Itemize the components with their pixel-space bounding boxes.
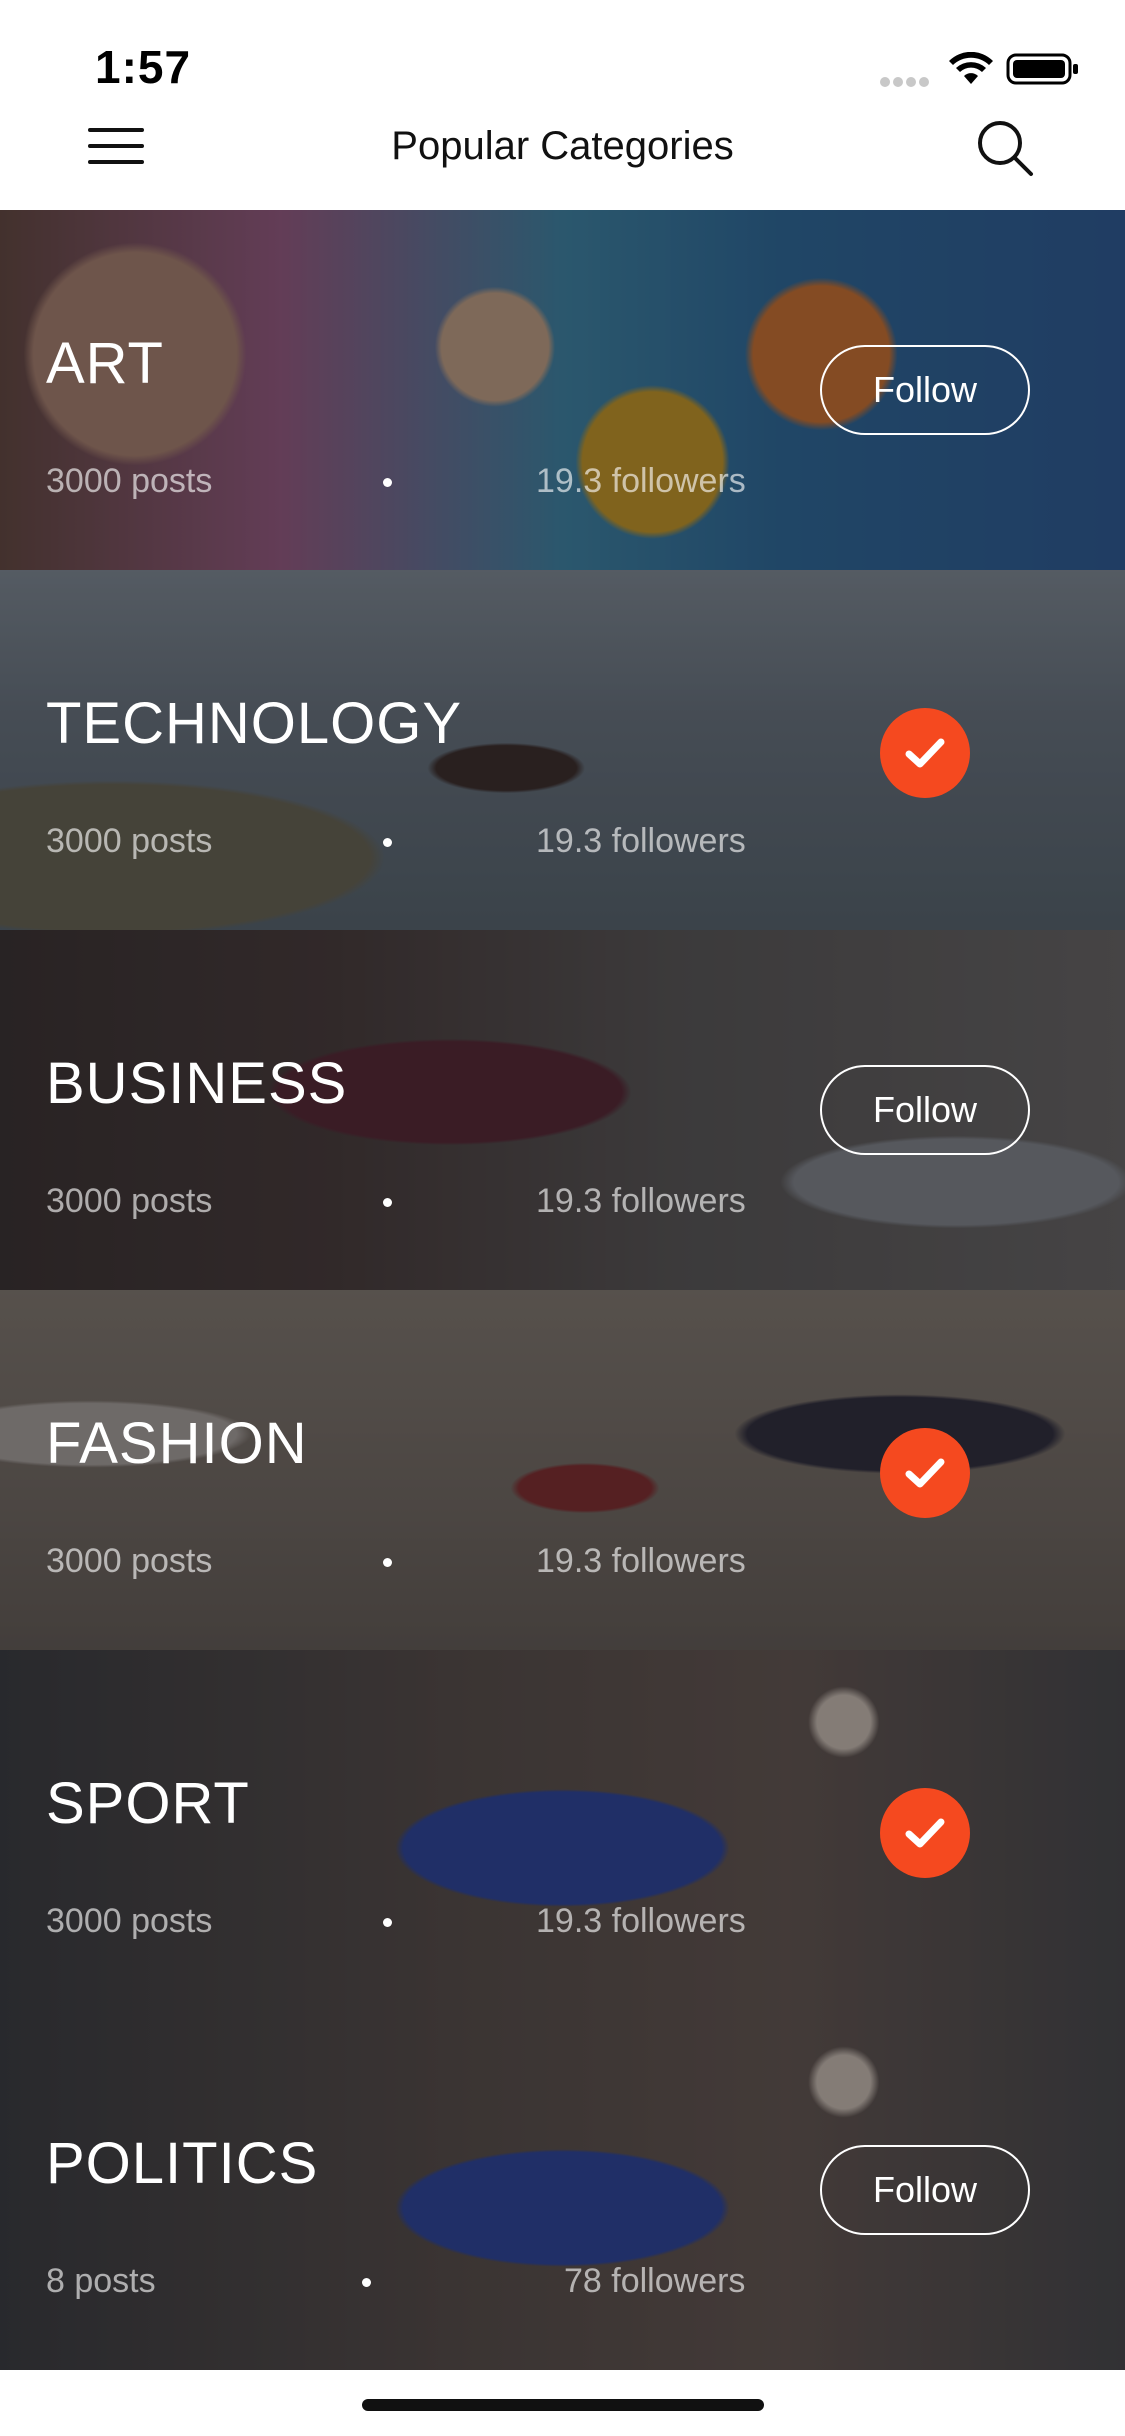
category-title: BUSINESS bbox=[46, 1051, 348, 1116]
category-list: ART 3000 posts 19.3 followers Follow TEC… bbox=[0, 210, 1125, 2370]
follower-count: 78 followers bbox=[564, 2262, 746, 2300]
separator-dot bbox=[383, 838, 392, 847]
separator-dot bbox=[383, 1918, 392, 1927]
following-check-button[interactable] bbox=[880, 708, 970, 798]
category-row-politics[interactable]: POLITICS 8 posts 78 followers Follow bbox=[0, 2010, 1125, 2370]
follower-count: 19.3 followers bbox=[536, 1542, 746, 1580]
checkmark-icon bbox=[905, 1458, 945, 1488]
separator-dot bbox=[383, 478, 392, 487]
separator-dot bbox=[383, 1558, 392, 1567]
wifi-icon bbox=[949, 52, 993, 84]
follow-button[interactable]: Follow bbox=[820, 345, 1030, 435]
post-count: 3000 posts bbox=[46, 1542, 213, 1580]
follower-count: 19.3 followers bbox=[536, 822, 746, 860]
cellular-signal-icon bbox=[880, 74, 935, 87]
category-title: POLITICS bbox=[46, 2131, 319, 2196]
category-row-business[interactable]: BUSINESS 3000 posts 19.3 followers Follo… bbox=[0, 930, 1125, 1290]
search-icon[interactable] bbox=[975, 118, 1037, 180]
status-time: 1:57 bbox=[95, 41, 192, 93]
post-count: 3000 posts bbox=[46, 1902, 213, 1940]
follow-button[interactable]: Follow bbox=[820, 1065, 1030, 1155]
category-row-art[interactable]: ART 3000 posts 19.3 followers Follow bbox=[0, 210, 1125, 570]
navigation-bar: Popular Categories bbox=[0, 100, 1125, 210]
battery-icon bbox=[1006, 53, 1078, 85]
follower-count: 19.3 followers bbox=[536, 1182, 746, 1220]
following-check-button[interactable] bbox=[880, 1788, 970, 1878]
separator-dot bbox=[383, 1198, 392, 1207]
post-count: 3000 posts bbox=[46, 822, 213, 860]
checkmark-icon bbox=[905, 738, 945, 768]
follow-button[interactable]: Follow bbox=[820, 2145, 1030, 2235]
category-title: ART bbox=[46, 331, 164, 396]
follower-count: 19.3 followers bbox=[536, 1902, 746, 1940]
category-row-fashion[interactable]: FASHION 3000 posts 19.3 followers bbox=[0, 1290, 1125, 1650]
follower-count: 19.3 followers bbox=[536, 462, 746, 500]
post-count: 3000 posts bbox=[46, 462, 213, 500]
home-indicator[interactable] bbox=[362, 2399, 764, 2411]
category-title: TECHNOLOGY bbox=[46, 691, 463, 756]
checkmark-icon bbox=[905, 1818, 945, 1848]
separator-dot bbox=[362, 2278, 371, 2287]
category-row-technology[interactable]: TECHNOLOGY 3000 posts 19.3 followers bbox=[0, 570, 1125, 930]
post-count: 3000 posts bbox=[46, 1182, 213, 1220]
category-title: SPORT bbox=[46, 1771, 250, 1836]
category-row-sport[interactable]: SPORT 3000 posts 19.3 followers bbox=[0, 1650, 1125, 2010]
category-title: FASHION bbox=[46, 1411, 308, 1476]
following-check-button[interactable] bbox=[880, 1428, 970, 1518]
post-count: 8 posts bbox=[46, 2262, 156, 2300]
page-title: Popular Categories bbox=[391, 124, 734, 168]
